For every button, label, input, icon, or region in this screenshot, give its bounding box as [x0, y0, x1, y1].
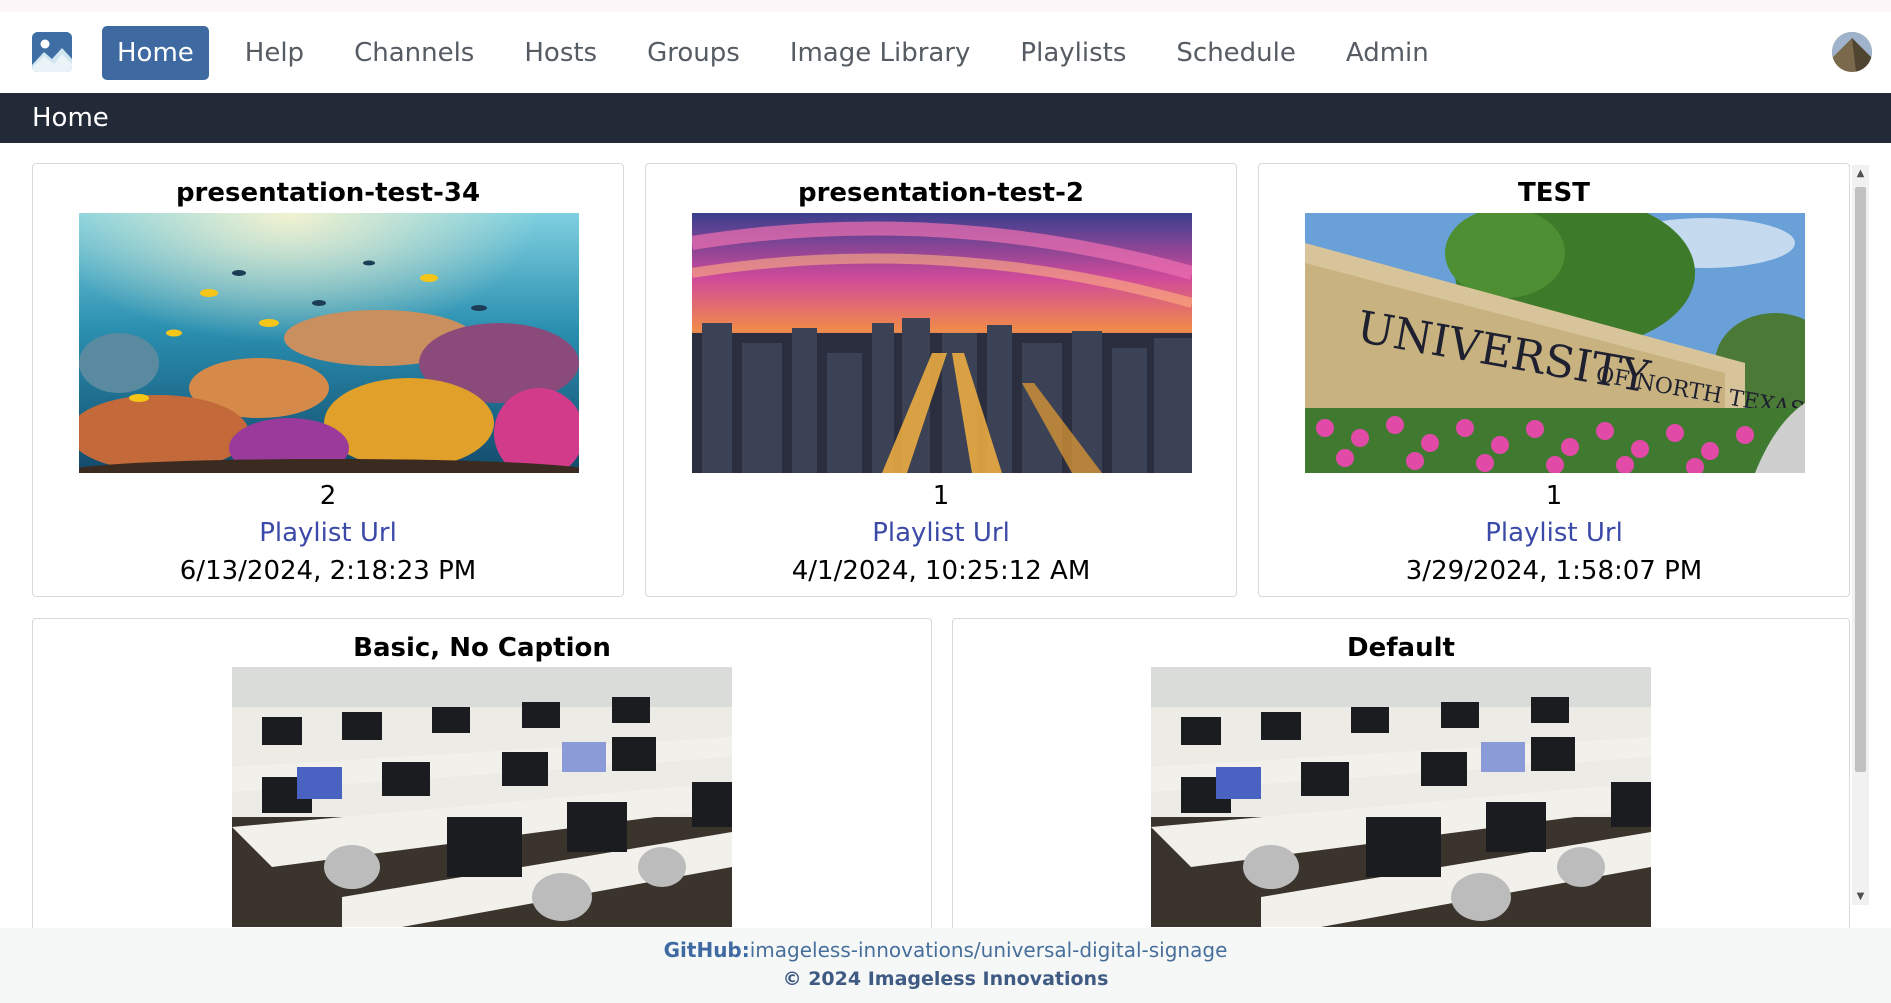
nav-channels[interactable]: Channels [329, 26, 499, 80]
scrollbar-thumb[interactable] [1855, 187, 1866, 772]
computer-lab-thumbnail[interactable] [1151, 667, 1651, 927]
nav-admin[interactable]: Admin [1321, 26, 1454, 80]
card-count: 1 [932, 481, 950, 511]
vertical-scrollbar[interactable]: ▲ ▼ [1852, 165, 1869, 905]
footer: GitHub:imageless-innovations/universal-d… [0, 928, 1891, 1003]
nav-help[interactable]: Help [220, 26, 329, 80]
computer-lab-thumbnail[interactable] [232, 667, 732, 927]
playlist-url-link[interactable]: Playlist Url [33, 518, 623, 548]
card-title: presentation-test-34 [175, 178, 481, 208]
coral-reef-thumbnail[interactable] [79, 213, 579, 473]
user-avatar[interactable] [1832, 32, 1872, 72]
playlist-card: presentation-test-2 1 Playlist Url 4/1/2… [645, 163, 1237, 597]
card-title: presentation-test-2 [797, 178, 1084, 208]
nav-hosts[interactable]: Hosts [499, 26, 622, 80]
nav-image-library[interactable]: Image Library [765, 26, 996, 80]
scroll-down-arrow-icon[interactable]: ▼ [1852, 888, 1869, 905]
card-date: 3/29/2024, 1:58:07 PM [1405, 556, 1703, 586]
nav-menu: Home Help Channels Hosts Groups Image Li… [102, 26, 1454, 80]
playlist-card: TEST UNIVERSITY OF NORTH TEXAS 1 Playlis… [1258, 163, 1850, 597]
nav-schedule[interactable]: Schedule [1151, 26, 1320, 80]
github-label: GitHub: [663, 938, 750, 962]
card-date: 6/13/2024, 2:18:23 PM [179, 556, 477, 586]
breadcrumb-title: Home [32, 103, 109, 133]
card-title: Default [1347, 633, 1455, 663]
playlist-card: Default [952, 618, 1850, 928]
top-strip [0, 0, 1891, 12]
card-count: 2 [319, 481, 337, 511]
playlist-url-link[interactable]: Playlist Url [646, 518, 1236, 548]
scroll-up-arrow-icon[interactable]: ▲ [1852, 165, 1869, 182]
navbar: Home Help Channels Hosts Groups Image Li… [0, 12, 1891, 93]
card-title: TEST [1518, 178, 1590, 208]
nav-home[interactable]: Home [102, 26, 209, 80]
card-date: 4/1/2024, 10:25:12 AM [791, 556, 1091, 586]
nav-playlists[interactable]: Playlists [995, 26, 1151, 80]
image-icon[interactable] [32, 32, 72, 72]
github-repo-link[interactable]: imageless-innovations/universal-digital-… [750, 938, 1228, 962]
card-title: Basic, No Caption [353, 633, 611, 663]
footer-copyright: © 2024 Imageless Innovations [782, 968, 1109, 990]
footer-github: GitHub:imageless-innovations/universal-d… [0, 938, 1891, 962]
playlist-card: presentation-test-34 2 Playlist Url 6/13… [32, 163, 624, 597]
playlist-card: Basic, No Caption [32, 618, 932, 928]
breadcrumb: Home [0, 93, 1891, 143]
university-sign-thumbnail[interactable]: UNIVERSITY OF NORTH TEXAS [1305, 213, 1805, 473]
playlist-url-link[interactable]: Playlist Url [1259, 518, 1849, 548]
city-sunset-thumbnail[interactable] [692, 213, 1192, 473]
playlist-grid: presentation-test-34 2 Playlist Url 6/13… [0, 143, 1891, 928]
nav-groups[interactable]: Groups [622, 26, 765, 80]
card-count: 1 [1545, 481, 1563, 511]
